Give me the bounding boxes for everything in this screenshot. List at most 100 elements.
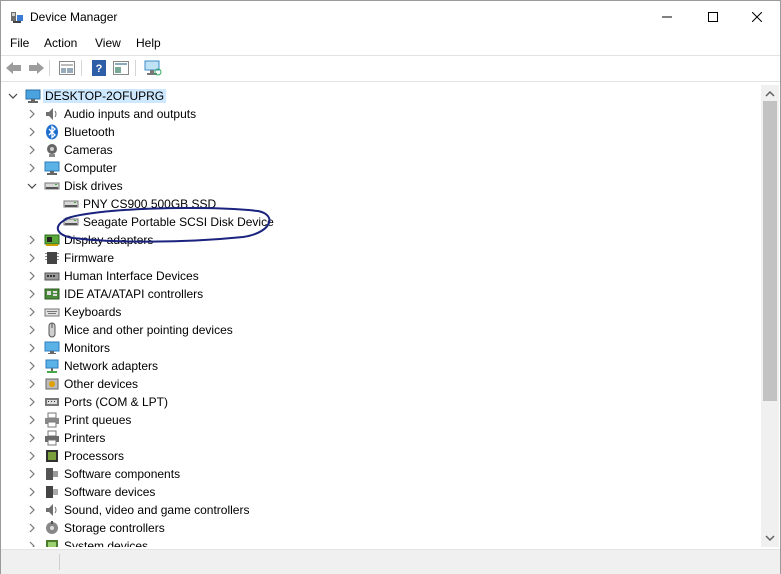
processor-icon	[44, 448, 60, 464]
tree-item-label: Other devices	[64, 377, 139, 391]
scroll-down-icon[interactable]	[765, 533, 775, 543]
chevron-right-icon[interactable]	[26, 450, 38, 462]
tree-category-firmware[interactable]: Firmware	[1, 249, 761, 267]
show-hidden-button[interactable]	[111, 59, 131, 77]
chevron-right-icon[interactable]	[26, 306, 38, 318]
chevron-right-icon[interactable]	[26, 432, 38, 444]
camera-icon	[44, 142, 60, 158]
computer-icon	[44, 160, 60, 176]
speaker-icon	[44, 502, 60, 518]
chevron-right-icon[interactable]	[26, 468, 38, 480]
chevron-right-icon[interactable]	[26, 288, 38, 300]
close-icon	[752, 12, 762, 22]
tree-category-computer[interactable]: Computer	[1, 159, 761, 177]
menu-action[interactable]: Action	[44, 36, 77, 50]
tree-category-cameras[interactable]: Cameras	[1, 141, 761, 159]
chevron-down-icon[interactable]	[26, 180, 38, 192]
scroll-up-icon[interactable]	[765, 89, 775, 99]
show-hidden-icon	[113, 61, 129, 75]
maximize-icon	[708, 12, 718, 22]
tree-category-ide-ata-atapi-controllers[interactable]: IDE ATA/ATAPI controllers	[1, 285, 761, 303]
tree-category-storage-controllers[interactable]: Storage controllers	[1, 519, 761, 537]
tree-item-label: Software devices	[64, 485, 156, 499]
tree-category-software-devices[interactable]: Software devices	[1, 483, 761, 501]
forward-icon	[29, 62, 44, 74]
tree-item-label: Disk drives	[64, 179, 123, 193]
mouse-icon	[44, 322, 60, 338]
maximize-button[interactable]	[690, 1, 736, 33]
scan-hardware-button[interactable]	[143, 59, 163, 77]
chevron-down-icon[interactable]	[7, 90, 19, 102]
disk-drive-icon	[44, 178, 60, 194]
chevron-right-icon[interactable]	[26, 108, 38, 120]
menu-file[interactable]: File	[10, 36, 29, 50]
tree-category-network-adapters[interactable]: Network adapters	[1, 357, 761, 375]
tree-category-monitors[interactable]: Monitors	[1, 339, 761, 357]
chevron-right-icon[interactable]	[26, 522, 38, 534]
disk-drive-icon	[63, 214, 79, 230]
tree-category-bluetooth[interactable]: Bluetooth	[1, 123, 761, 141]
vertical-scrollbar[interactable]	[761, 85, 779, 547]
chevron-right-icon[interactable]	[26, 504, 38, 516]
chevron-right-icon[interactable]	[26, 540, 38, 547]
title-bar[interactable]: Device Manager	[1, 1, 780, 33]
menu-view[interactable]: View	[95, 36, 121, 50]
tree-category-system-devices[interactable]: System devices	[1, 537, 761, 547]
chevron-right-icon[interactable]	[26, 486, 38, 498]
tree-device-item[interactable]: PNY CS900 500GB SSD	[1, 195, 761, 213]
chevron-right-icon[interactable]	[26, 234, 38, 246]
print-queue-icon	[44, 412, 60, 428]
tree-item-label: Computer	[64, 161, 117, 175]
tree-item-label: Processors	[64, 449, 125, 463]
device-tree[interactable]: DESKTOP-2OFUPRG Audio inputs and outputs B…	[1, 85, 761, 547]
chevron-right-icon[interactable]	[26, 414, 38, 426]
chevron-right-icon[interactable]	[26, 270, 38, 282]
tree-category-mice-and-other-pointing-devices[interactable]: Mice and other pointing devices	[1, 321, 761, 339]
scan-hardware-icon	[144, 60, 162, 76]
device-manager-window: Device Manager File Action View Help ? D…	[0, 0, 781, 574]
software-device-icon	[44, 484, 60, 500]
tree-category-disk-drives[interactable]: Disk drives	[1, 177, 761, 195]
help-button[interactable]: ?	[89, 59, 109, 77]
chevron-right-icon[interactable]	[26, 144, 38, 156]
tree-category-printers[interactable]: Printers	[1, 429, 761, 447]
back-button[interactable]	[4, 59, 24, 77]
tree-category-keyboards[interactable]: Keyboards	[1, 303, 761, 321]
tree-item-label: Cameras	[64, 143, 113, 157]
chevron-right-icon[interactable]	[26, 252, 38, 264]
network-icon	[44, 358, 60, 374]
chevron-right-icon[interactable]	[26, 162, 38, 174]
chevron-right-icon[interactable]	[26, 342, 38, 354]
tree-category-processors[interactable]: Processors	[1, 447, 761, 465]
forward-button[interactable]	[26, 59, 46, 77]
tree-category-software-components[interactable]: Software components	[1, 465, 761, 483]
tree-device-item[interactable]: Seagate Portable SCSI Disk Device	[1, 213, 761, 231]
properties-button[interactable]	[57, 59, 77, 77]
chevron-right-icon[interactable]	[26, 396, 38, 408]
tree-category-sound-video-and-game-controllers[interactable]: Sound, video and game controllers	[1, 501, 761, 519]
computer-root-icon	[25, 88, 41, 104]
tree-item-label: Printers	[64, 431, 106, 445]
tree-category-print-queues[interactable]: Print queues	[1, 411, 761, 429]
chevron-right-icon[interactable]	[26, 126, 38, 138]
monitor-icon	[44, 340, 60, 356]
tree-root[interactable]: DESKTOP-2OFUPRG	[1, 87, 761, 105]
tree-item-label: Mice and other pointing devices	[64, 323, 233, 337]
chevron-right-icon[interactable]	[26, 378, 38, 390]
tree-category-display-adapters[interactable]: Display adapters	[1, 231, 761, 249]
scrollbar-thumb[interactable]	[763, 101, 777, 401]
minimize-button[interactable]	[644, 1, 690, 33]
close-button[interactable]	[734, 1, 780, 33]
chevron-right-icon[interactable]	[26, 360, 38, 372]
tree-category-ports-com-lpt[interactable]: Ports (COM & LPT)	[1, 393, 761, 411]
tree-category-human-interface-devices[interactable]: Human Interface Devices	[1, 267, 761, 285]
window-title: Device Manager	[30, 10, 118, 24]
tree-category-other-devices[interactable]: Other devices	[1, 375, 761, 393]
minimize-icon	[662, 16, 672, 18]
firmware-icon	[44, 250, 60, 266]
menu-help[interactable]: Help	[136, 36, 161, 50]
tree-item-label: Seagate Portable SCSI Disk Device	[83, 215, 274, 229]
tree-category-audio-inputs-and-outputs[interactable]: Audio inputs and outputs	[1, 105, 761, 123]
tree-item-label: PNY CS900 500GB SSD	[83, 197, 217, 211]
chevron-right-icon[interactable]	[26, 324, 38, 336]
